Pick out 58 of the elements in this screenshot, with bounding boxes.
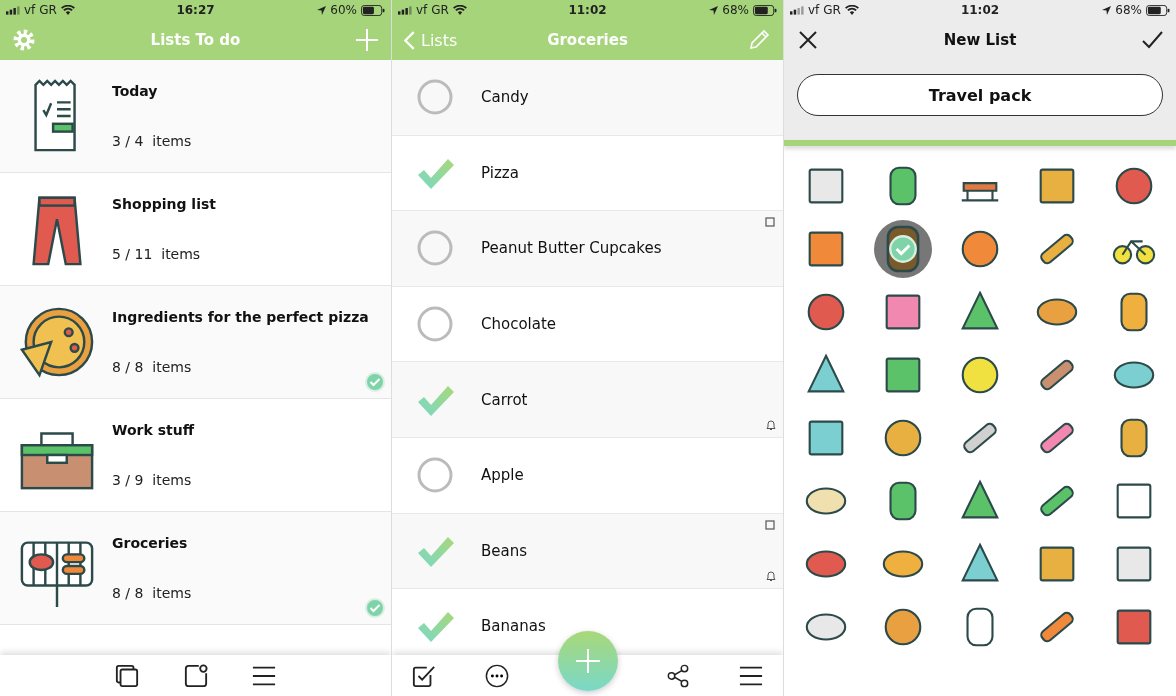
item-name: Beans xyxy=(481,541,528,560)
item-name: Pizza xyxy=(481,163,519,182)
screen-title: Groceries xyxy=(547,31,628,49)
list-title: Today xyxy=(112,83,159,99)
screen-title: New List xyxy=(943,31,1017,49)
location-icon xyxy=(1102,5,1112,15)
wifi-icon xyxy=(60,4,75,16)
suitcase-icon[interactable] xyxy=(874,219,933,278)
status-time: 16:27 xyxy=(176,3,215,17)
grocery-item-row[interactable]: Candy xyxy=(392,60,783,136)
list-row[interactable]: Today 3 / 4 items xyxy=(0,60,391,173)
status-time: 11:02 xyxy=(960,3,1000,17)
item-count: 3 / 9 items xyxy=(112,472,193,488)
status-time: 11:02 xyxy=(568,3,607,17)
location-icon xyxy=(709,5,719,15)
battery-icon xyxy=(361,4,385,16)
share-icon[interactable] xyxy=(666,663,691,688)
screen-title: Lists To do xyxy=(150,31,241,49)
battery-icon xyxy=(1146,4,1170,16)
battery-percent: 68% xyxy=(1115,3,1142,17)
battery-percent: 60% xyxy=(330,3,357,17)
item-name: Apple xyxy=(481,466,524,485)
battery-icon xyxy=(753,4,777,16)
carrier-name: vf GR xyxy=(808,3,841,17)
item-count: 8 / 8 items xyxy=(112,585,192,601)
list-title: Work stuff xyxy=(112,422,194,438)
list-title: Groceries xyxy=(112,535,189,551)
grocery-item-row[interactable]: Carrot xyxy=(392,362,783,438)
item-name: Chocolate xyxy=(481,315,557,334)
plus-icon xyxy=(576,649,600,673)
battery-percent: 68% xyxy=(722,3,749,17)
grocery-item-row[interactable]: Beans xyxy=(392,513,783,590)
list-row[interactable]: Groceries 8 / 8 items xyxy=(0,512,391,625)
copy-icon[interactable] xyxy=(114,663,139,688)
checkbox-icon[interactable] xyxy=(412,663,436,688)
signal-icon xyxy=(398,5,412,15)
item-count: 3 / 4 items xyxy=(112,133,192,149)
wifi-icon xyxy=(452,4,467,16)
location-icon xyxy=(317,5,327,15)
carrier-name: vf GR xyxy=(24,3,57,17)
wifi-icon xyxy=(844,4,859,16)
list-row[interactable]: Ingredients for the perfect pizza 8 / 8 items xyxy=(0,286,391,399)
grocery-item-row[interactable]: Peanut Butter Cupcakes xyxy=(392,211,783,287)
signal-icon xyxy=(6,5,20,15)
item-name: Carrot xyxy=(481,390,528,409)
item-count: 8 / 8 items xyxy=(112,359,193,375)
item-count: 5 / 11 items xyxy=(112,246,202,262)
more-icon[interactable] xyxy=(484,663,509,688)
item-name: Candy xyxy=(481,88,529,107)
chevron-left-icon xyxy=(404,30,415,50)
note-icon[interactable] xyxy=(183,663,208,688)
list-title: Shopping list xyxy=(112,196,216,212)
list-name-field[interactable]: Travel pack xyxy=(797,74,1163,116)
list-title: Ingredients for the perfect pizza xyxy=(112,309,369,325)
signal-icon xyxy=(790,5,804,15)
item-name: Peanut Butter Cupcakes xyxy=(481,239,662,258)
carrier-name: vf GR xyxy=(416,3,449,17)
item-name: Bananas xyxy=(481,617,546,636)
